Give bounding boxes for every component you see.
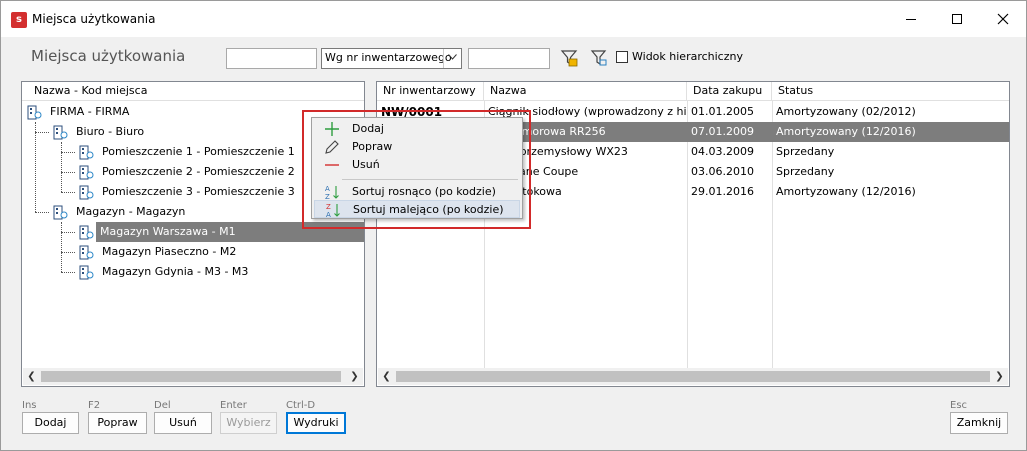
tree-connector	[35, 132, 49, 133]
tree-node-pomieszczenie-1[interactable]: Pomieszczenie 1 - Pomieszczenie 1	[78, 142, 299, 162]
tree-node-magazyn[interactable]: Magazyn - Magazyn	[52, 202, 189, 222]
hierarchical-view-checkbox[interactable]	[616, 51, 628, 63]
cell-status: Amortyzowany (12/2016)	[776, 185, 916, 198]
chevron-down-icon[interactable]	[443, 49, 461, 68]
building-icon	[79, 185, 94, 200]
shortcut-hint: Del	[154, 400, 171, 411]
building-icon	[79, 225, 94, 240]
page-title: Miejsca użytkowania	[31, 47, 186, 65]
tree-node-label: Magazyn Gdynia - M3 - M3	[102, 265, 249, 278]
search-input[interactable]	[468, 48, 550, 69]
select-button[interactable]: Wybierz	[220, 412, 277, 434]
tree-node-label: Biuro - Biuro	[76, 125, 145, 138]
scroll-right-icon[interactable]: ❯	[346, 368, 363, 385]
filter-clear-icon	[590, 50, 607, 66]
highlight-frame	[302, 110, 531, 229]
cell-data: 03.06.2010	[691, 165, 754, 178]
cell-data: 01.01.2005	[691, 105, 754, 118]
column-header-nazwa[interactable]: Nazwa	[484, 82, 687, 101]
scrollbar-thumb[interactable]	[396, 371, 990, 382]
column-header-data[interactable]: Data zakupu	[687, 82, 772, 101]
shortcut-hint: Ins	[22, 400, 37, 411]
column-header-status[interactable]: Status	[772, 82, 1010, 101]
close-window-button[interactable]	[980, 1, 1026, 37]
delete-button[interactable]: Usuń	[154, 412, 212, 434]
tree-connector	[61, 152, 75, 153]
building-icon	[79, 145, 94, 160]
hierarchical-view-label: Widok hierarchiczny	[632, 50, 743, 63]
tree-connector	[61, 272, 75, 273]
close-button[interactable]: Zamknij	[950, 412, 1008, 434]
maximize-icon	[952, 14, 962, 24]
tree-node-pomieszczenie-3[interactable]: Pomieszczenie 3 - Pomieszczenie 3	[78, 182, 299, 202]
cell-data: 29.01.2016	[691, 185, 754, 198]
sort-order-select[interactable]: Wg nr inwentarzowego	[321, 48, 462, 69]
tree-connector	[35, 212, 49, 213]
grid-horizontal-scrollbar[interactable]: ❮ ❯	[378, 368, 1008, 385]
cell-status: Sprzedany	[776, 165, 835, 178]
tree-node-label: Magazyn - Magazyn	[76, 205, 186, 218]
minimize-icon	[906, 18, 916, 20]
building-icon	[27, 105, 42, 120]
tree-node-biuro[interactable]: Biuro - Biuro	[52, 122, 148, 142]
building-icon	[53, 125, 68, 140]
window: s Miejsca użytkowania Miejsca użytkowani…	[0, 0, 1027, 451]
tree-node-label: Pomieszczenie 2 - Pomieszczenie 2	[102, 165, 295, 178]
tree-connector	[61, 142, 62, 192]
building-icon	[53, 205, 68, 220]
shortcut-hint: F2	[88, 400, 101, 411]
filter-clear-button[interactable]	[590, 49, 608, 67]
tree-node-label: Pomieszczenie 1 - Pomieszczenie 1	[102, 145, 295, 158]
minimize-button[interactable]	[888, 1, 934, 37]
tree-connector	[35, 122, 36, 212]
tree-horizontal-scrollbar[interactable]: ❮ ❯	[23, 368, 363, 385]
tree-connector	[61, 192, 75, 193]
close-icon	[997, 13, 1009, 25]
cell-data: 07.01.2009	[691, 125, 754, 138]
tree-node-magazyn-gdynia[interactable]: Magazyn Gdynia - M3 - M3	[78, 262, 252, 282]
edit-button[interactable]: Popraw	[88, 412, 147, 434]
shortcut-hint: Esc	[950, 400, 968, 411]
building-icon	[79, 265, 94, 280]
sort-order-value: Wg nr inwentarzowego	[325, 51, 452, 64]
tree-node-magazyn-piaseczno[interactable]: Magazyn Piaseczno - M2	[78, 242, 240, 262]
print-button[interactable]: Wydruki	[286, 412, 346, 434]
tree-node-pomieszczenie-2[interactable]: Pomieszczenie 2 - Pomieszczenie 2	[78, 162, 299, 182]
tree-node-label: FIRMA - FIRMA	[50, 105, 130, 118]
tree-connector	[61, 222, 62, 272]
grid-header: Nr inwentarzowy Nazwa Data zakupu Status	[377, 82, 1009, 101]
cell-status: Amortyzowany (02/2012)	[776, 105, 916, 118]
scroll-left-icon[interactable]: ❮	[23, 368, 40, 385]
building-icon	[79, 165, 94, 180]
cell-status: Amortyzowany (12/2016)	[776, 125, 916, 138]
filter-apply-button[interactable]	[560, 49, 578, 67]
scroll-left-icon[interactable]: ❮	[378, 368, 395, 385]
add-button[interactable]: Dodaj	[22, 412, 79, 434]
column-header-nr[interactable]: Nr inwentarzowy	[377, 82, 484, 101]
maximize-button[interactable]	[934, 1, 980, 37]
shortcut-hint: Ctrl-D	[286, 400, 316, 411]
cell-status: Sprzedany	[776, 145, 835, 158]
scroll-right-icon[interactable]: ❯	[991, 368, 1008, 385]
tree-connector	[61, 232, 75, 233]
tree-connector	[61, 172, 75, 173]
scrollbar-thumb[interactable]	[41, 371, 341, 382]
tree-node-firma[interactable]: FIRMA - FIRMA	[26, 102, 133, 122]
filter-input[interactable]	[226, 48, 317, 69]
filter-icon	[560, 50, 578, 67]
app-logo-icon: s	[11, 12, 27, 28]
tree-node-label: Pomieszczenie 3 - Pomieszczenie 3	[102, 185, 295, 198]
cell-data: 04.03.2009	[691, 145, 754, 158]
title-bar: s Miejsca użytkowania	[1, 1, 1026, 37]
tree-connector	[61, 252, 75, 253]
tree-column-header[interactable]: Nazwa - Kod miejsca	[22, 82, 364, 101]
building-icon	[79, 245, 94, 260]
window-title: Miejsca użytkowania	[32, 12, 156, 26]
shortcut-hint: Enter	[220, 400, 247, 411]
tree-node-label: Magazyn Piaseczno - M2	[102, 245, 237, 258]
